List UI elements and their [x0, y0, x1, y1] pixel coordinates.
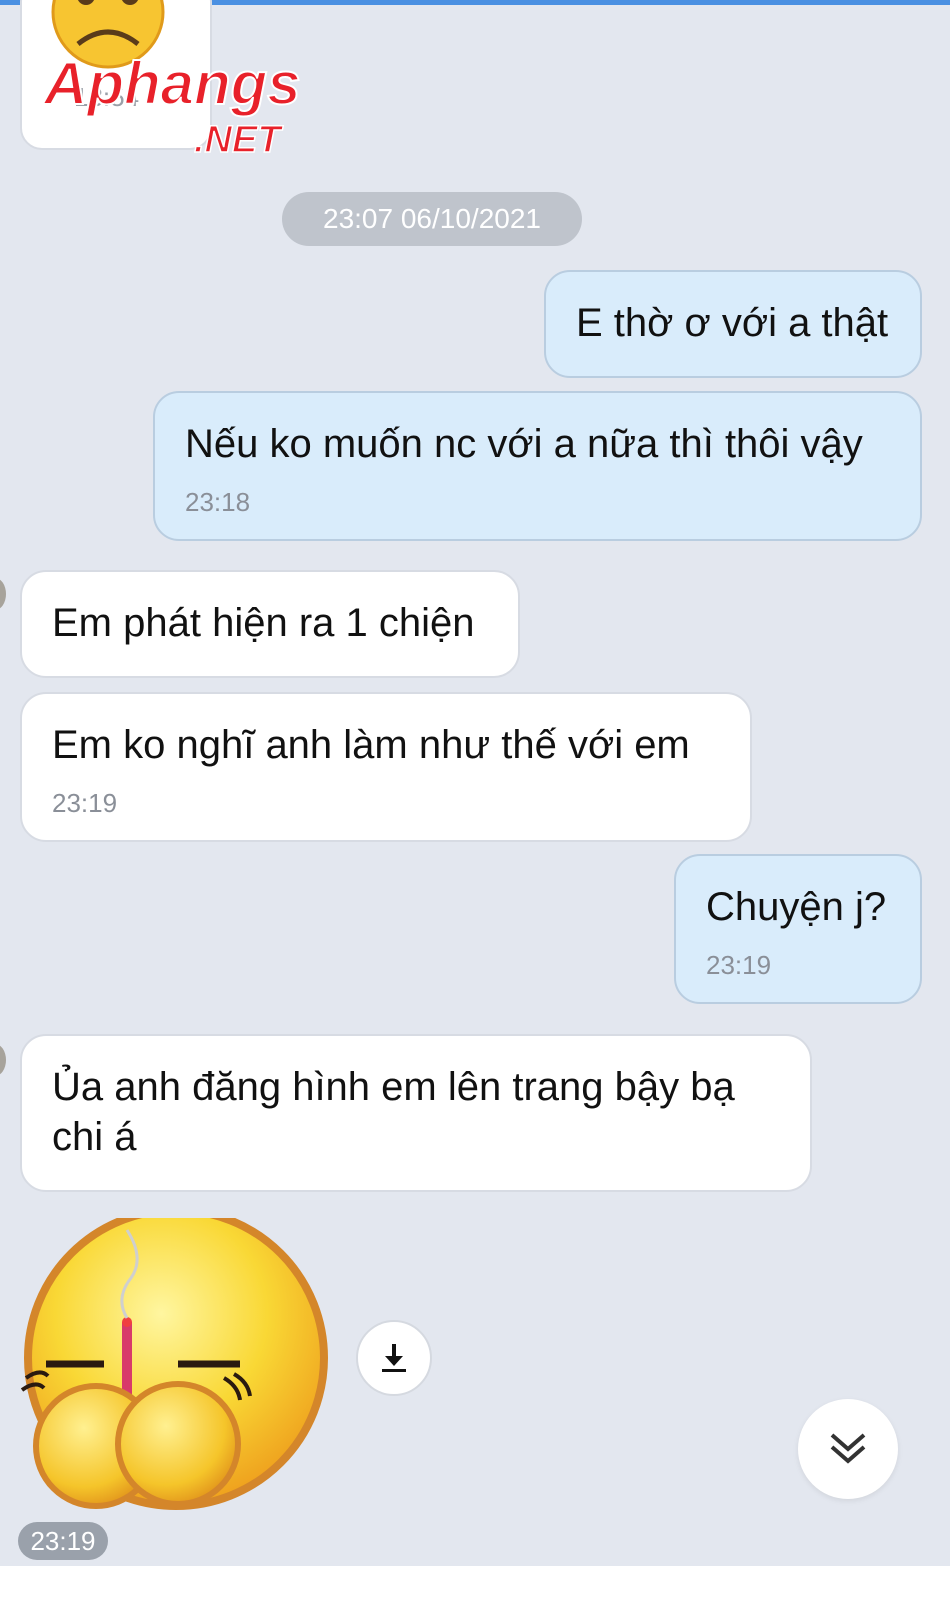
svg-text:.NET: .NET: [194, 119, 283, 161]
scroll-to-bottom-button[interactable]: [798, 1399, 898, 1499]
message-text: E thờ ơ với a thật: [576, 301, 889, 345]
outgoing-message[interactable]: E thờ ơ với a thật: [544, 270, 922, 378]
message-text: Nếu ko muốn nc với a nữa thì thôi vậy: [185, 422, 863, 466]
message-time: 23:19: [52, 788, 118, 818]
incoming-message[interactable]: Em phát hiện ra 1 chiện: [20, 570, 520, 678]
sticker-time: 23:19: [18, 1522, 108, 1560]
chevron-double-down-icon: [830, 1433, 866, 1464]
incoming-message[interactable]: Em ko nghĩ anh làm như thế với em 23:19: [20, 692, 752, 842]
message-text: Em phát hiện ra 1 chiện: [52, 601, 475, 645]
incoming-message[interactable]: Ủa anh đăng hình em lên trang bậy bạ chi…: [20, 1034, 812, 1192]
message-time: 23:19: [706, 950, 772, 980]
message-time: 23:18: [185, 487, 251, 517]
outgoing-message[interactable]: Chuyện j? 23:19: [674, 854, 922, 1004]
download-button[interactable]: [356, 1320, 432, 1396]
message-text: Ủa anh đăng hình em lên trang bậy bạ chi…: [52, 1065, 735, 1159]
message-text: Chuyện j?: [706, 885, 887, 929]
avatar[interactable]: [0, 578, 6, 610]
date-divider: 23:07 06/10/2021: [282, 192, 582, 246]
message-text: Em ko nghĩ anh làm như thế với em: [52, 723, 690, 767]
download-icon: [382, 1344, 406, 1372]
incense-emoji-sticker-icon: [20, 1206, 328, 1510]
sticker-message[interactable]: [18, 1206, 338, 1518]
avatar[interactable]: [0, 1044, 6, 1076]
svg-text:Aphangs: Aphangs: [44, 52, 301, 117]
watermark-logo: Aphangs .NET: [41, 49, 344, 162]
outgoing-message[interactable]: Nếu ko muốn nc với a nữa thì thôi vậy 23…: [153, 391, 922, 541]
input-bar[interactable]: [0, 1566, 950, 1600]
